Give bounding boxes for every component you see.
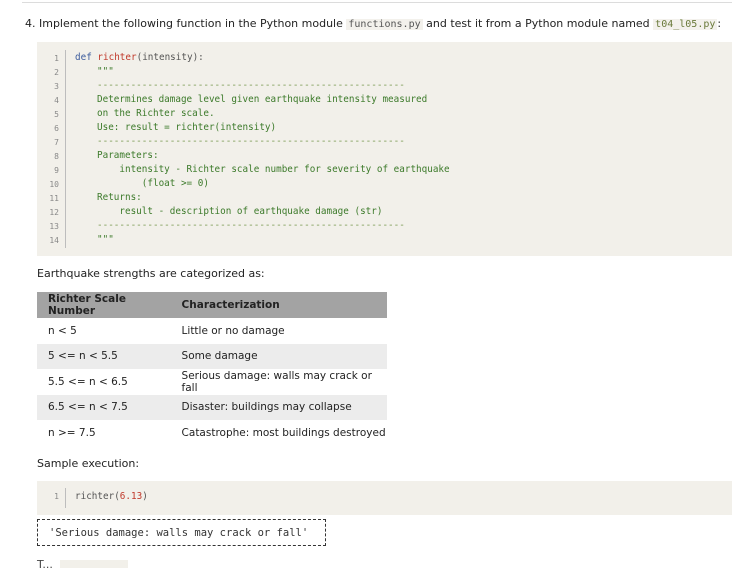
code-line: ----------------------------------------… [97,136,405,147]
code-line: """ [97,234,114,245]
table-header-row: Richter Scale Number Characterization [37,292,387,318]
table-row: n < 5 Little or no damage [37,318,387,344]
richter-table: Richter Scale Number Characterization n … [37,292,387,446]
line-number: 9 [54,166,59,175]
line-number: 2 [54,68,59,77]
categorized-text: Earthquake strengths are categorized as: [37,267,265,280]
truncated-code-block [60,560,128,568]
table-cell: n < 5 [48,324,77,337]
sample-output: 'Serious damage: walls may crack or fall… [37,519,326,546]
column-header: Richter Scale Number [37,292,174,318]
call-close: ) [142,491,148,502]
module-name: functions.py [346,19,423,30]
table-cell: 6.5 <= n < 7.5 [37,394,174,420]
def-keyword: def [75,52,92,63]
top-divider [22,2,732,3]
line-number: 14 [49,236,59,245]
code-line: Use: result = richter(intensity) [97,122,277,133]
task-prefix: 4. Implement the following function in t… [25,17,343,30]
code-line: Returns: [97,192,142,203]
code-line: ----------------------------------------… [97,220,405,231]
task-middle: and test it from a Python module named [426,17,650,30]
code-line: Determines damage level given earthquake… [97,94,428,105]
line-number: 4 [54,96,59,105]
table-cell: Catastrophe: most buildings destroyed [181,426,386,439]
column-header: Characterization [173,292,387,318]
table-row: 6.5 <= n < 7.5 Disaster: buildings may c… [37,394,387,420]
table-cell: 5.5 <= n < 6.5 [48,375,128,388]
line-number: 7 [54,138,59,147]
call-name: richter [75,491,115,502]
line-number: 3 [54,82,59,91]
table-cell: Serious damage: walls may crack or fall [181,369,372,394]
line-number: 1 [54,54,59,63]
code-line: on the Richter scale. [97,108,215,119]
line-number: 8 [54,152,59,161]
code-line: ----------------------------------------… [97,80,405,91]
code-line: (float >= 0) [97,178,209,189]
table-row: 5 <= n < 5.5 Some damage [37,343,387,369]
line-number: 1 [54,492,59,501]
table-cell: Disaster: buildings may collapse [173,394,387,420]
task-instruction: 4. Implement the following function in t… [25,17,721,30]
function-code-block: 1 2 3 4 5 6 7 8 9 10 11 12 13 14 def ric… [37,42,732,256]
line-number: 12 [49,208,59,217]
truncated-text: T... [37,558,53,571]
code-line: """ [97,66,114,77]
test-module-name: t04_l05.py [653,19,718,30]
task-suffix: : [717,17,722,30]
line-number: 13 [49,222,59,231]
sample-execution-label: Sample execution: [37,457,140,470]
code-line-def: def richter(intensity): [75,52,204,63]
table-cell: Little or no damage [181,324,285,337]
line-number: 6 [54,124,59,133]
sample-call: richter(6.13) [75,491,148,502]
function-signature: (intensity): [136,52,204,63]
table-cell: n >= 7.5 [48,426,96,439]
line-number: 11 [49,194,59,203]
line-number: 10 [49,180,59,189]
line-number-gutter [65,488,66,508]
sample-code-block: 1 richter(6.13) [37,481,732,515]
function-name: richter [97,52,137,63]
line-number-gutter [37,50,66,248]
code-line: intensity - Richter scale number for sev… [97,164,450,175]
table-cell: Some damage [173,343,387,369]
code-line: result - description of earthquake damag… [97,206,383,217]
line-number: 5 [54,110,59,119]
table-cell: 5 <= n < 5.5 [37,343,174,369]
table-row: n >= 7.5 Catastrophe: most buildings des… [37,420,387,446]
code-line: Parameters: [97,150,159,161]
table-row: 5.5 <= n < 6.5 Serious damage: walls may… [37,369,387,395]
call-argument: 6.13 [119,491,143,502]
